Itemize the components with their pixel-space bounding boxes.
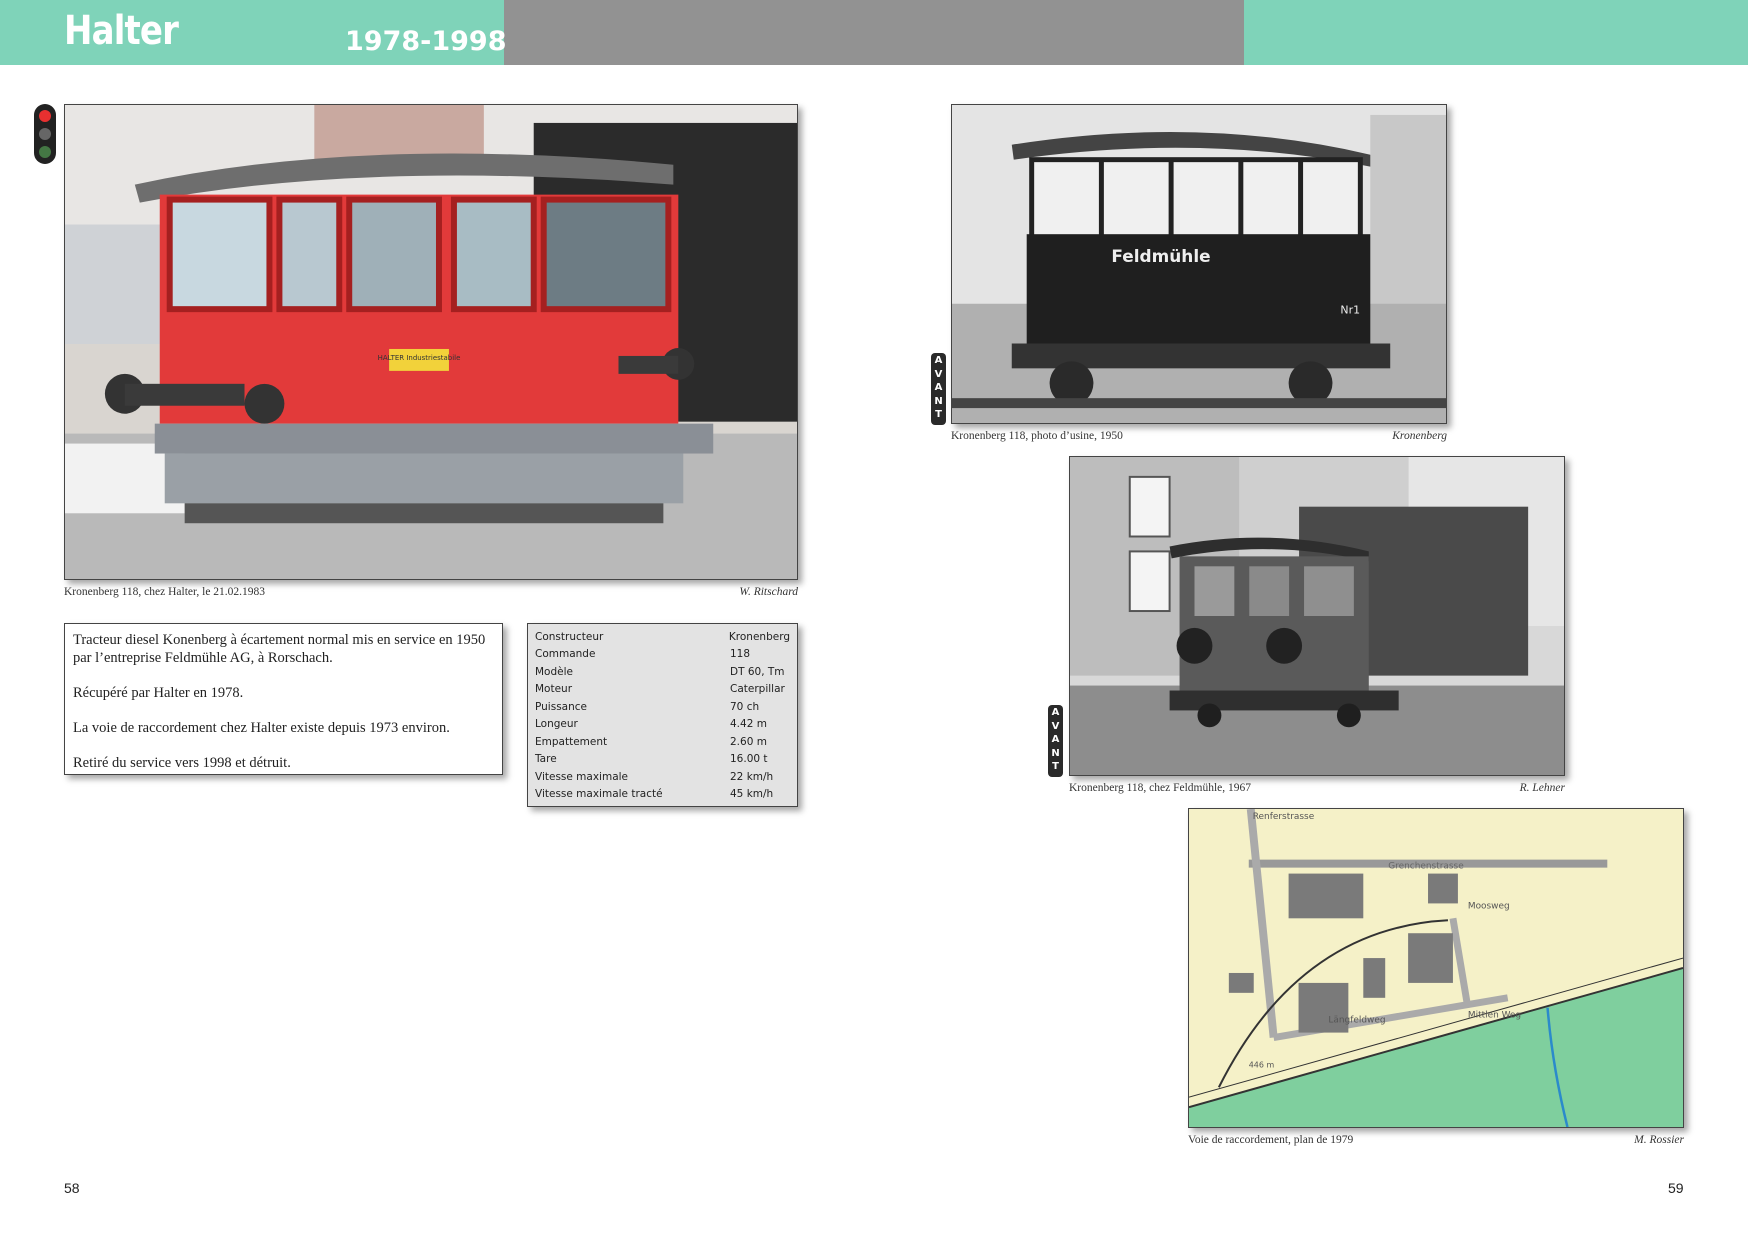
spec-value: 16.00 t	[730, 753, 768, 766]
description-paragraph: Récupéré par Halter en 1978.	[73, 685, 244, 701]
avant-letter: V	[934, 368, 943, 380]
spec-label: Commande	[535, 648, 596, 661]
spec-value: 118	[730, 648, 751, 661]
map-siding-1979: Grenchenstrasse Mittlen Weg Längfeldweg …	[1188, 808, 1684, 1128]
photo-credit: Kronenberg	[1392, 430, 1447, 442]
avant-letter: A	[1051, 707, 1060, 718]
map-label: 446 m	[1249, 1060, 1275, 1069]
avant-letter: N	[1051, 747, 1060, 759]
page-number-left: 58	[64, 1180, 80, 1196]
spec-label: Vitesse maximale	[535, 770, 629, 783]
description-box: Tracteur diesel Konenberg à écartement n…	[64, 623, 503, 775]
spec-label: Constructeur	[535, 630, 604, 643]
photo-caption: Kronenberg 118, chez Halter, le 21.02.19…	[64, 586, 266, 598]
spec-row: Moteur Caterpillar	[535, 681, 790, 699]
avant-letter: A	[934, 355, 943, 366]
map-label: Moosweg	[1468, 901, 1510, 911]
avant-letter: T	[935, 409, 942, 420]
spec-row: Constructeur Kronenberg	[535, 628, 790, 646]
description-paragraph: Tracteur diesel Konenberg à écartement n…	[73, 632, 486, 666]
avant-letter: N	[934, 395, 943, 407]
spec-label: Vitesse maximale tracté	[535, 788, 663, 801]
map-label: Längfeldweg	[1328, 1016, 1385, 1026]
map-label: Renferstrasse	[1253, 812, 1315, 822]
spec-row: Vitesse maximale tracté 45 km/h	[535, 786, 790, 804]
halter-sign-text: HALTER Industriestabile	[378, 354, 461, 362]
header-bar-middle	[504, 0, 1244, 65]
spec-value: DT 60, Tm	[730, 665, 785, 678]
photo-credit: W. Ritschard	[739, 586, 798, 598]
spec-row: Empattement 2.60 m	[535, 733, 790, 751]
avant-letter: A	[1051, 734, 1060, 745]
map-label: Grenchenstrasse	[1388, 862, 1464, 872]
photo-caption: Kronenberg 118, photo d’usine, 1950	[951, 430, 1123, 442]
photo-red-tractor: HALTER Industriestabile	[64, 104, 798, 580]
green-lamp-icon	[39, 146, 51, 158]
specifications-table: Constructeur Kronenberg Commande 118 Modèl…	[527, 623, 798, 807]
spec-label: Moteur	[535, 683, 573, 696]
spec-value: 45 km/h	[730, 788, 774, 801]
red-lamp-icon	[39, 110, 51, 122]
spec-label: Empattement	[535, 735, 608, 748]
avant-label: A V A N T	[1048, 705, 1063, 777]
avant-letter: A	[934, 382, 943, 393]
spec-label: Tare	[535, 753, 557, 766]
feldmuhle-lettering: Feldmühle	[1111, 246, 1210, 266]
spec-value: Caterpillar	[730, 683, 785, 696]
avant-letter: V	[1051, 720, 1060, 732]
spec-row: Commande 118	[535, 646, 790, 664]
photo-feldmuhle-1967	[1069, 456, 1565, 776]
page-years: 1978-1998	[345, 26, 507, 57]
number-plate: Nr1	[1340, 304, 1360, 317]
spec-label: Puissance	[535, 700, 587, 713]
description-paragraph: Retiré du service vers 1998 et détruit.	[73, 755, 291, 771]
photo-credit: M. Rossier	[1634, 1134, 1684, 1146]
traffic-signal-icon	[34, 104, 56, 164]
photo-credit: R. Lehner	[1519, 782, 1565, 794]
spec-value: 4.42 m	[730, 718, 767, 731]
photo-caption: Kronenberg 118, chez Feldmühle, 1967	[1069, 782, 1252, 794]
spec-row: Tare 16.00 t	[535, 751, 790, 769]
spec-row: Longeur 4.42 m	[535, 716, 790, 734]
gray-lamp-icon	[39, 128, 51, 140]
spec-value: Kronenberg	[728, 630, 790, 643]
spec-value: 22 km/h	[730, 770, 774, 783]
header-bar-right	[1244, 0, 1748, 65]
avant-letter: T	[1052, 761, 1059, 772]
spec-label: Longeur	[535, 718, 578, 731]
photo-factory-1950: Feldmühle Nr1	[951, 104, 1447, 424]
photo-caption: Voie de raccordement, plan de 1979	[1188, 1134, 1354, 1146]
map-label: Mittlen Weg	[1468, 1011, 1521, 1021]
page-number-right: 59	[1668, 1180, 1684, 1196]
avant-label: A V A N T	[931, 353, 946, 425]
spec-row: Puissance 70 ch	[535, 698, 790, 716]
page-title: Halter	[64, 8, 179, 54]
spec-row: Modèle DT 60, Tm	[535, 663, 790, 681]
spec-label: Modèle	[535, 665, 573, 678]
spec-value: 2.60 m	[730, 735, 767, 748]
spec-row: Vitesse maximale 22 km/h	[535, 768, 790, 786]
spec-value: 70 ch	[730, 700, 760, 713]
description-paragraph: La voie de raccordement chez Halter exis…	[73, 720, 450, 736]
